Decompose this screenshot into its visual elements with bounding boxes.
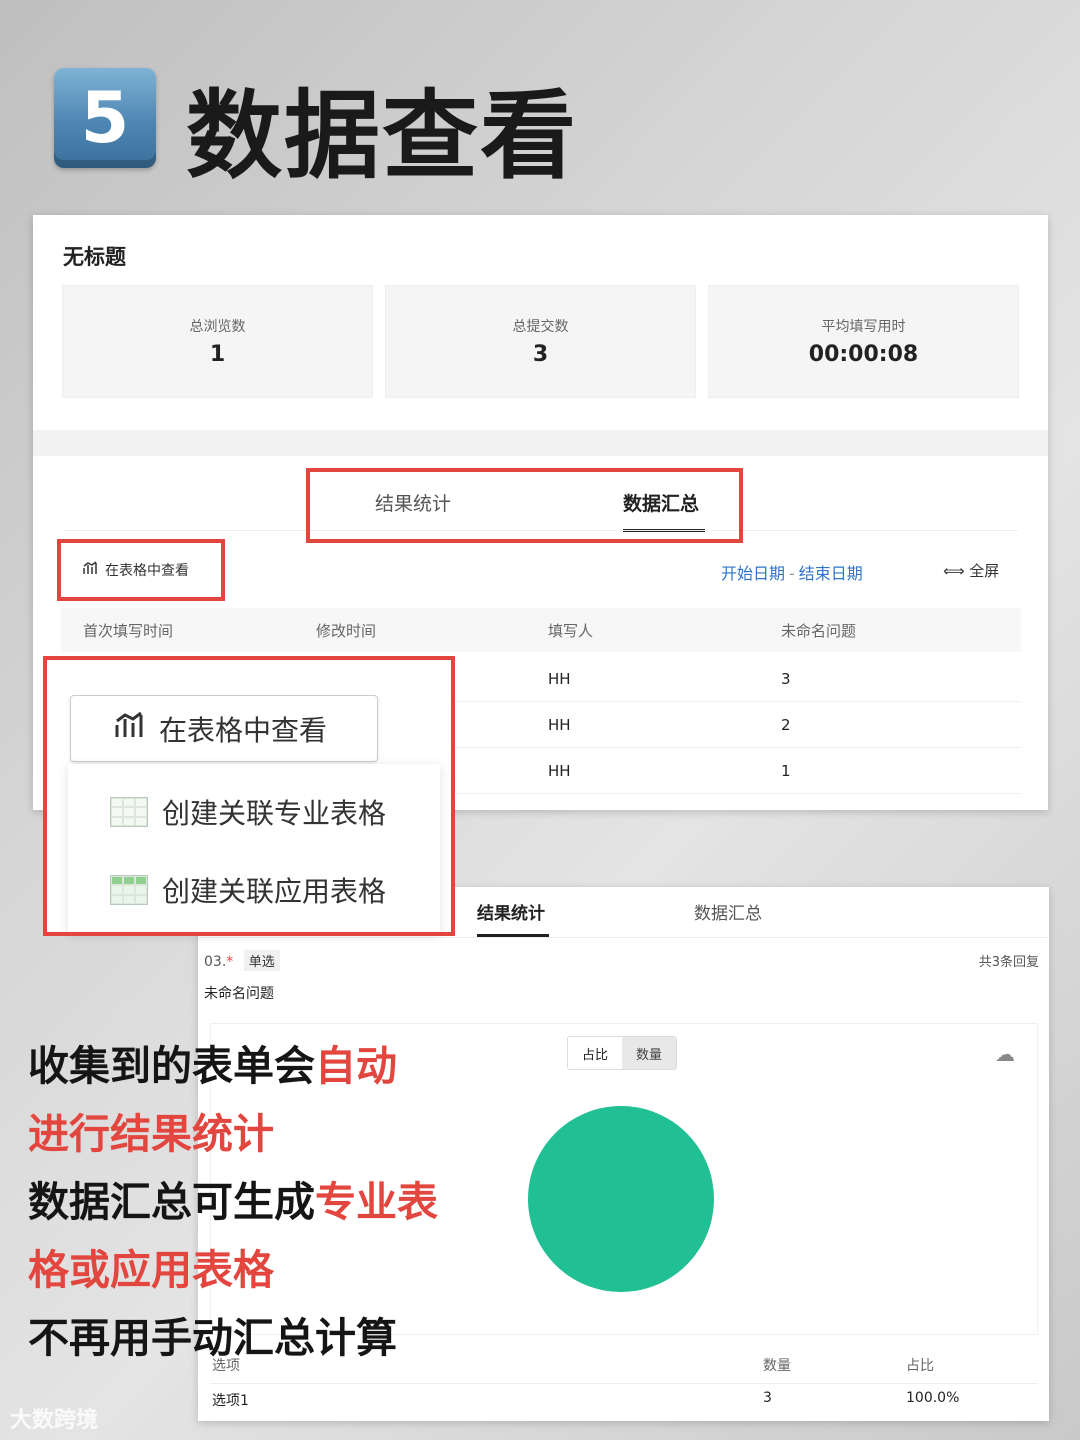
highlight-box-view-button <box>57 539 225 601</box>
required-mark: * <box>226 954 234 970</box>
column-header: 修改时间 <box>316 622 377 640</box>
caption-line-3: 数据汇总可生成专业表 <box>28 1168 438 1236</box>
question-number: 03.* 单选 <box>204 950 280 971</box>
stat-card-views: 总浏览数 1 <box>62 285 373 398</box>
highlight-box-dropdown <box>43 656 455 936</box>
column-header: 未命名问题 <box>781 622 857 640</box>
stat-label: 总提交数 <box>512 319 569 335</box>
cell-count: 3 <box>763 1390 772 1406</box>
caption-text-part: 数据汇总可生成 <box>28 1178 315 1226</box>
caption-line-5: 不再用手动汇总计算 <box>28 1314 397 1362</box>
tabs-divider <box>198 937 1049 938</box>
watermark-logo: 大数跨境 <box>10 1408 99 1433</box>
pie-slice <box>528 1106 714 1292</box>
cell-answer: 2 <box>781 716 791 734</box>
caption-line-2: 进行结果统计 <box>28 1110 274 1158</box>
date-start: 开始日期 <box>721 564 786 583</box>
question-type-badge: 单选 <box>243 950 280 971</box>
date-end: 结束日期 <box>798 564 863 583</box>
caption-line-4: 格或应用表格 <box>28 1246 274 1294</box>
toggle-percent[interactable]: 占比 <box>568 1037 622 1069</box>
question-index: 03. <box>204 954 227 970</box>
cell-filler: HH <box>548 716 571 734</box>
cell-option: 选项1 <box>212 1393 249 1409</box>
section-divider <box>33 430 1048 456</box>
cell-answer: 1 <box>781 762 791 780</box>
column-header: 占比 <box>906 1358 934 1374</box>
question-title: 未命名问题 <box>204 986 274 1002</box>
caption-text: 收集到的表单会自动 进行结果统计 数据汇总可生成专业表 格或应用表格 不再用手动… <box>28 1032 438 1372</box>
reply-count: 共3条回复 <box>978 955 1039 970</box>
date-range-picker[interactable]: 开始日期 - 结束日期 <box>721 560 863 584</box>
stat-label: 总浏览数 <box>189 319 246 335</box>
column-header: 填写人 <box>548 622 594 640</box>
fullscreen-label: 全屏 <box>969 562 1000 580</box>
caption-highlight: 专业表 <box>315 1178 438 1226</box>
cell-ratio: 100.0% <box>906 1390 960 1406</box>
download-cloud-icon[interactable]: ☁ <box>995 1042 1015 1066</box>
stat-card-avg-time: 平均填写用时 00:00:08 <box>708 285 1019 398</box>
cell-answer: 3 <box>781 670 791 688</box>
toggle-count[interactable]: 数量 <box>622 1037 676 1069</box>
stat-value: 1 <box>209 342 226 367</box>
chart-mode-toggle[interactable]: 占比 数量 <box>567 1036 677 1070</box>
column-header: 数量 <box>763 1358 791 1374</box>
page-title: 数据查看 <box>186 80 578 192</box>
option-table-row: 选项1 3 100.0% <box>210 1383 1038 1415</box>
stat-label: 平均填写用时 <box>821 319 906 335</box>
column-header: 首次填写时间 <box>83 622 174 640</box>
tab-data-summary[interactable]: 数据汇总 <box>694 899 762 924</box>
date-separator: - <box>789 564 795 583</box>
cell-filler: HH <box>548 762 571 780</box>
pie-chart <box>528 1106 714 1292</box>
form-title: 无标题 <box>63 245 126 269</box>
stat-value: 00:00:08 <box>808 342 919 367</box>
cell-filler: HH <box>548 670 571 688</box>
stat-value: 3 <box>532 342 549 367</box>
caption-line-1: 收集到的表单会自动 <box>28 1032 438 1100</box>
fullscreen-button[interactable]: ⟺ 全屏 <box>943 560 999 581</box>
table-header: 首次填写时间 修改时间 填写人 未命名问题 <box>61 608 1021 652</box>
step-number-badge: 5 <box>54 68 156 168</box>
stat-card-submissions: 总提交数 3 <box>385 285 696 398</box>
caption-text-part: 收集到的表单会 <box>28 1042 315 1090</box>
highlight-box-tabs <box>306 468 743 543</box>
tab-result-stats[interactable]: 结果统计 <box>477 899 545 924</box>
caption-highlight: 自动 <box>315 1042 397 1090</box>
expand-icon: ⟺ <box>943 562 965 580</box>
